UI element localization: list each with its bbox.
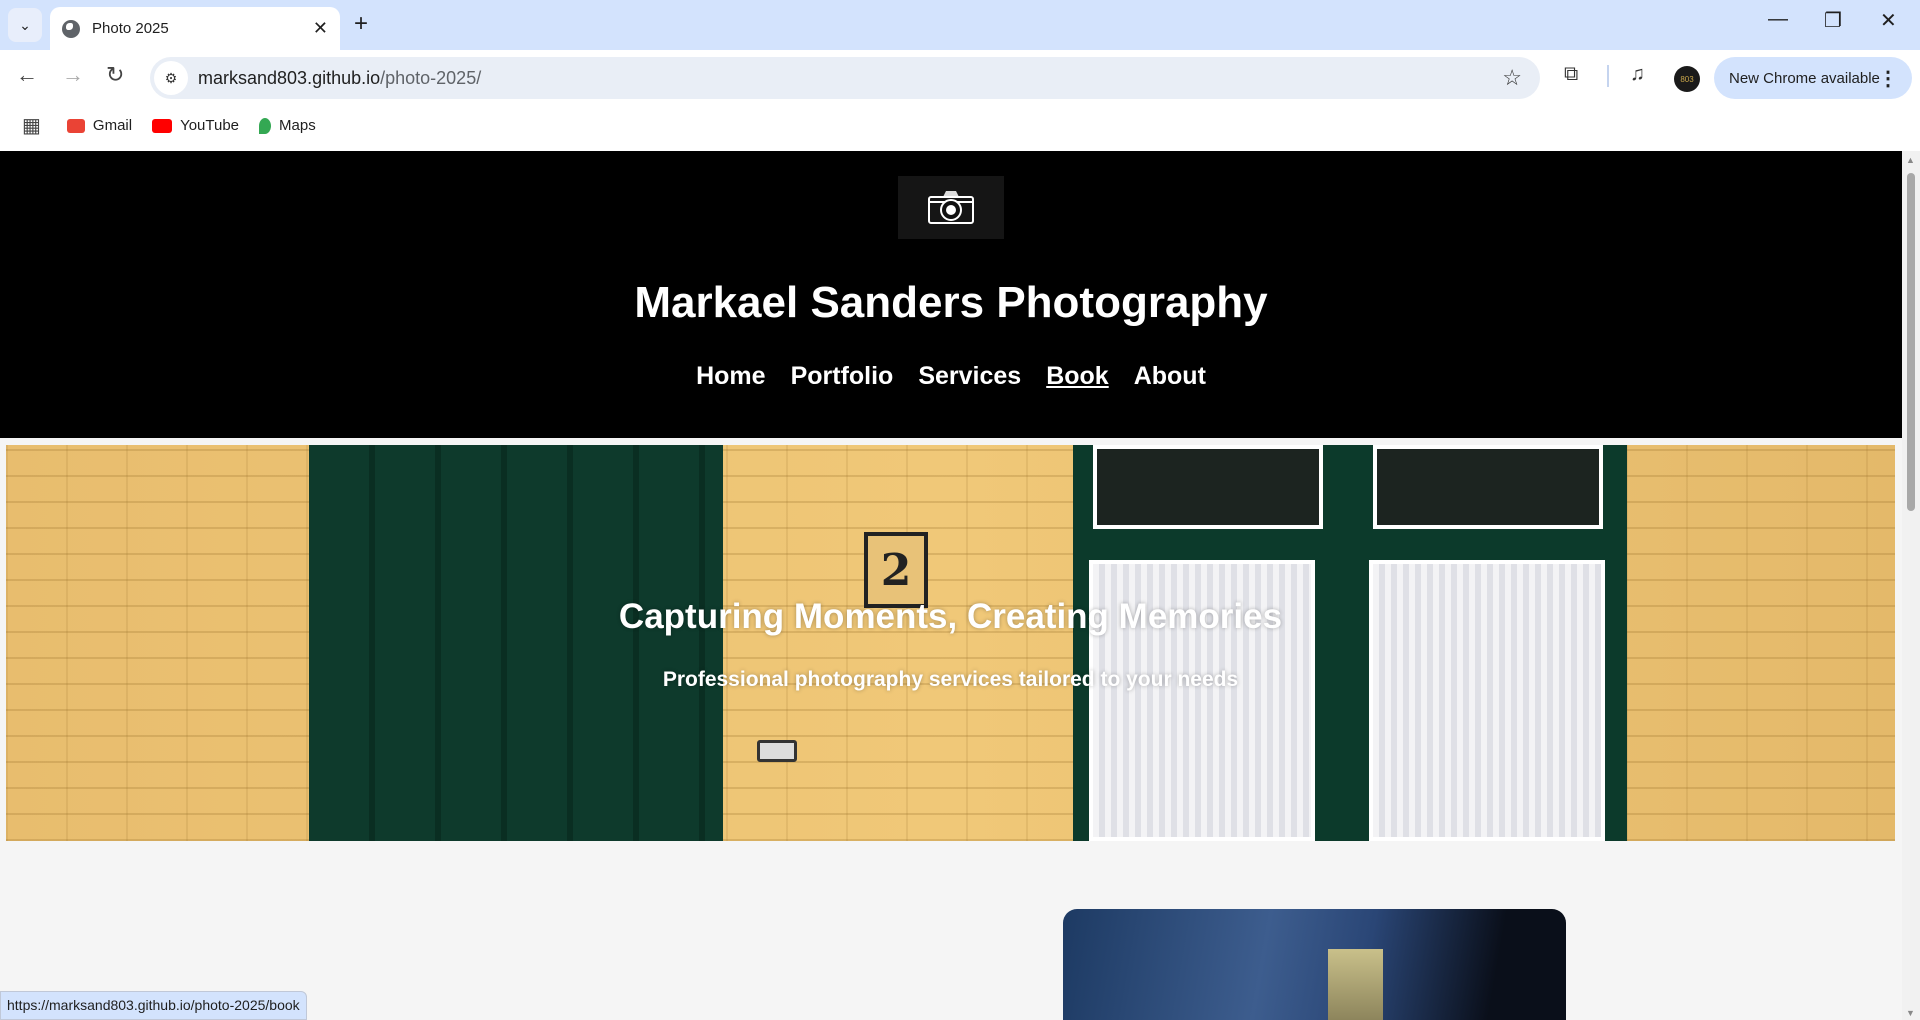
media-controls-icon[interactable]: ♫ — [1630, 63, 1645, 86]
scroll-up-arrow-icon[interactable]: ▲ — [1906, 155, 1915, 165]
globe-icon — [62, 19, 80, 38]
minimize-button[interactable]: — — [1768, 8, 1788, 31]
tab-search-button[interactable]: ⌄ — [8, 8, 42, 42]
nav-home[interactable]: Home — [696, 362, 765, 391]
bookmark-maps[interactable]: Maps — [259, 117, 316, 134]
apps-grid-icon[interactable]: ▦ — [22, 113, 41, 138]
address-bar[interactable]: ⚙ marksand803.github.io/photo-2025/ ☆ — [150, 57, 1540, 99]
bridge-photo-card — [1063, 909, 1566, 1020]
gmail-icon — [66, 118, 85, 133]
hero-title: Capturing Moments, Creating Memories — [618, 597, 1283, 636]
close-tab-icon[interactable]: ✕ — [313, 18, 328, 39]
camera-logo-icon[interactable] — [898, 176, 1004, 239]
bookmark-star-icon[interactable]: ☆ — [1502, 65, 1522, 91]
back-button[interactable]: ← — [16, 62, 38, 88]
divider — [1607, 65, 1609, 87]
doorbell — [757, 740, 797, 762]
scroll-down-arrow-icon[interactable]: ▼ — [1906, 1008, 1915, 1018]
bookmark-gmail[interactable]: Gmail — [66, 117, 132, 134]
youtube-icon — [152, 118, 173, 133]
new-chrome-available-button[interactable]: New Chrome available ⋮ — [1714, 57, 1912, 99]
site-header: Markael Sanders Photography Home Portfol… — [0, 151, 1902, 438]
nav-services[interactable]: Services — [918, 362, 1021, 391]
nav-portfolio[interactable]: Portfolio — [791, 362, 894, 391]
status-bar-url: https://marksand803.github.io/photo-2025… — [0, 991, 307, 1020]
main-nav: Home Portfolio Services Book About — [0, 362, 1902, 391]
web-page: Markael Sanders Photography Home Portfol… — [0, 151, 1902, 1020]
site-title: Markael Sanders Photography — [634, 278, 1268, 327]
close-window-button[interactable]: ✕ — [1880, 8, 1897, 33]
bookmark-youtube[interactable]: YouTube — [152, 117, 239, 134]
profile-avatar[interactable]: 803 — [1674, 66, 1700, 92]
tab-photo-2025[interactable]: Photo 2025 ✕ — [50, 7, 340, 50]
nav-about[interactable]: About — [1134, 362, 1206, 391]
restore-button[interactable]: ❐ — [1824, 8, 1842, 33]
new-tab-button[interactable]: + — [354, 10, 368, 38]
hero-door-image — [309, 445, 723, 841]
menu-dots-icon[interactable]: ⋮ — [1878, 66, 1898, 91]
tab-title: Photo 2025 — [92, 20, 169, 37]
hero-subtitle: Professional photography services tailor… — [662, 668, 1239, 691]
site-info-icon[interactable]: ⚙ — [154, 61, 188, 95]
hero-window-image — [1073, 445, 1627, 841]
page-scrollbar[interactable]: ▲ ▼ — [1902, 151, 1920, 1020]
reload-button[interactable]: ↻ — [106, 62, 124, 88]
nav-book[interactable]: Book — [1046, 362, 1109, 391]
toolbar: ← → ↻ ⚙ marksand803.github.io/photo-2025… — [0, 50, 1920, 100]
bookmarks-bar: ▦ Gmail YouTube Maps — [0, 100, 1920, 151]
forward-button[interactable]: → — [62, 62, 84, 88]
maps-pin-icon — [259, 117, 272, 134]
bridge-tower — [1328, 949, 1383, 1020]
scrollbar-thumb[interactable] — [1907, 173, 1915, 511]
url-text[interactable]: marksand803.github.io/photo-2025/ — [198, 68, 481, 89]
hero-banner: 2 Capturing Moments, Creating Memories P… — [6, 445, 1895, 841]
extensions-icon[interactable]: ⧉ — [1564, 63, 1578, 86]
tab-strip: ⌄ Photo 2025 ✕ + — ❐ ✕ — [0, 0, 1920, 50]
